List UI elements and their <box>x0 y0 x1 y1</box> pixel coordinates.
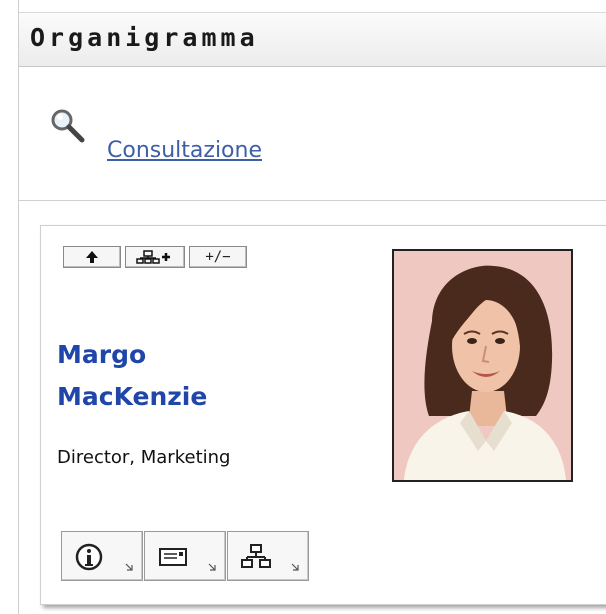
org-chart-button[interactable] <box>227 531 309 581</box>
lookup-area: Consultazione <box>19 67 606 201</box>
dropdown-corner-icon <box>125 563 133 571</box>
org-chart-portlet: Organigramma Consultazione +/− Margo Mac… <box>18 0 606 614</box>
person-name-link[interactable]: Margo MacKenzie <box>57 334 357 418</box>
person-job-title: Director, Marketing <box>57 447 231 468</box>
person-photo <box>392 249 573 482</box>
dropdown-corner-icon <box>291 563 299 571</box>
card-nav-buttons: +/− <box>63 246 247 268</box>
person-last-name: MacKenzie <box>57 382 208 411</box>
lookup-link[interactable]: Consultazione <box>107 138 262 163</box>
portlet-title: Organigramma <box>30 23 259 52</box>
go-up-button[interactable] <box>63 246 121 268</box>
org-expand-icon <box>136 250 170 264</box>
dropdown-corner-icon <box>208 563 216 571</box>
toggle-expand-button[interactable]: +/− <box>189 246 247 268</box>
info-icon <box>75 543 103 571</box>
email-button[interactable] <box>144 531 226 581</box>
arrow-up-icon <box>86 251 98 263</box>
email-icon <box>159 548 187 566</box>
portlet-title-bar: Organigramma <box>19 12 606 67</box>
org-chart-icon <box>241 544 271 568</box>
person-card: +/− Margo MacKenzie Director, Marketing <box>40 225 606 605</box>
expand-level-button[interactable] <box>125 246 185 268</box>
person-first-name: Margo <box>57 340 147 369</box>
card-action-buttons <box>61 531 310 581</box>
magnifier-icon[interactable] <box>49 107 89 147</box>
info-button[interactable] <box>61 531 143 581</box>
